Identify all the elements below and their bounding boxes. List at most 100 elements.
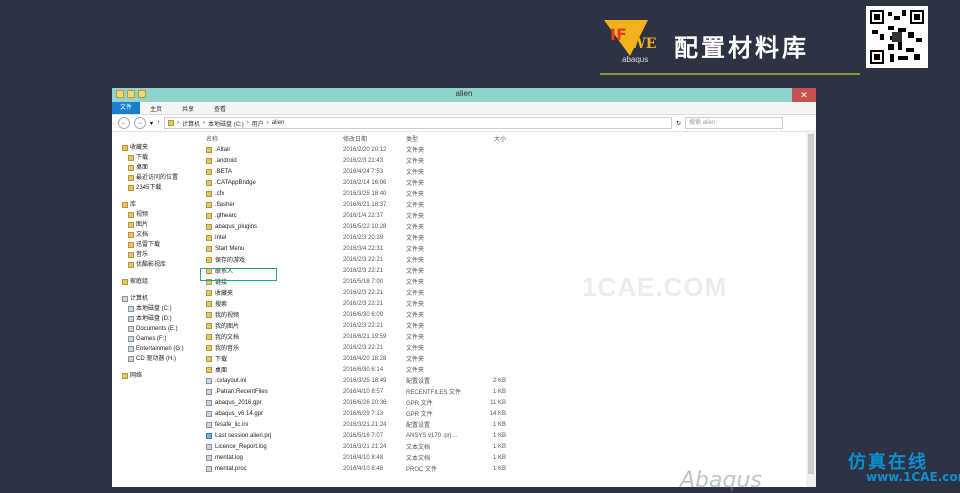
table-row[interactable]: abaqus_2016.gpr 2016/6/26 20:36 GPR 文件 11 K… <box>202 397 816 408</box>
refresh-icon[interactable]: ↻ <box>676 120 681 127</box>
column-name-header[interactable]: 名称 <box>202 134 343 143</box>
folder-icon <box>206 322 212 329</box>
address-bar[interactable]: › 计算机 › 本地磁盘 (C:) › 用户 › alien <box>164 117 673 129</box>
table-row[interactable]: .Altair 2016/2/20 20:12 文件夹 <box>202 144 816 155</box>
file-type: 文件夹 <box>406 181 425 187</box>
ribbon-tab[interactable]: 主页 <box>140 104 172 113</box>
file-date: 2016/3/21 21:24 <box>343 421 387 428</box>
file-type: 文件夹 <box>406 170 425 176</box>
column-size-header[interactable]: 大小 <box>468 134 506 143</box>
up-icon[interactable]: ↑ <box>157 120 160 126</box>
file-icon <box>206 443 212 450</box>
nav-item[interactable]: 网络 <box>112 371 202 381</box>
table-row[interactable]: Start Menu 2016/3/4 22:31 文件夹 <box>202 243 816 254</box>
table-row[interactable]: .android 2016/2/3 21:43 文件夹 <box>202 155 816 166</box>
nav-item[interactable]: 桌面 <box>112 163 202 173</box>
table-row[interactable]: 我的文档 2016/6/21 19:59 文件夹 <box>202 331 816 342</box>
column-type-header[interactable]: 类型 <box>406 134 468 143</box>
nav-item[interactable]: 家庭组 <box>112 277 202 287</box>
table-row[interactable]: abaqus_plugins 2016/5/22 10:28 文件夹 <box>202 221 816 232</box>
scroll-thumb[interactable] <box>808 134 814 474</box>
nav-item[interactable]: 迅雷下载 <box>112 240 202 250</box>
file-date: 2016/2/14 16:06 <box>343 179 387 186</box>
vertical-scrollbar[interactable] <box>806 130 816 487</box>
nav-item[interactable]: 优酷影视库 <box>112 260 202 270</box>
nav-item[interactable]: 最近访问的位置 <box>112 173 202 183</box>
nav-item-label: 最近访问的位置 <box>136 175 179 181</box>
nav-item[interactable]: Documents (E:) <box>112 324 202 334</box>
ribbon-tab[interactable]: 查看 <box>204 104 236 113</box>
table-row[interactable]: .cxlayout.ini 2016/3/25 18:49 配置设置 2 KB <box>202 375 816 386</box>
table-row[interactable]: .cfx 2016/3/25 18:40 文件夹 <box>202 188 816 199</box>
table-row[interactable]: .CATAppBridge 2016/2/14 16:06 文件夹 <box>202 177 816 188</box>
table-row[interactable]: .gthearc 2016/1/4 22:37 文件夹 <box>202 210 816 221</box>
nav-item[interactable]: 下载 <box>112 153 202 163</box>
table-row[interactable]: 我的图片 2016/2/3 22:21 文件夹 <box>202 320 816 331</box>
star-icon <box>122 279 128 285</box>
breadcrumb-item[interactable]: 计算机 <box>182 119 200 128</box>
table-row[interactable]: abaqus_v6.14.gpr 2016/6/29 7:13 GPR 文件 14 K… <box>202 408 816 419</box>
table-row[interactable]: 我的音乐 2016/2/3 22:21 文件夹 <box>202 342 816 353</box>
star-icon <box>122 373 128 379</box>
ribbon-tab[interactable]: 共享 <box>172 104 204 113</box>
breadcrumb-item[interactable]: 本地磁盘 (C:) <box>208 119 244 128</box>
file-name: .CATAppBridge <box>215 179 256 186</box>
table-row[interactable]: Licence_Report.log 2016/3/21 21:24 文本文档 1 K… <box>202 441 816 452</box>
file-type: 配置设置 <box>406 379 431 385</box>
nav-item[interactable]: 文档 <box>112 230 202 240</box>
nav-favorites: 收藏夹 下载 桌面最近访问的位置 2345下载 <box>112 143 202 193</box>
nav-item[interactable]: 视频 <box>112 210 202 220</box>
table-row[interactable]: .Patran.RecentFiles 2016/4/10 8:57 RECENTF… <box>202 386 816 397</box>
nav-item[interactable]: 2345下载 <box>112 183 202 193</box>
nav-item[interactable]: 图片 <box>112 220 202 230</box>
nav-item[interactable]: CD 驱动器 (H:) <box>112 354 202 364</box>
table-row[interactable]: 下载 2016/4/20 18:28 文件夹 <box>202 353 816 364</box>
nav-item-label: 迅雷下载 <box>136 242 161 248</box>
table-row[interactable]: Intel 2016/2/3 20:39 文件夹 <box>202 232 816 243</box>
file-size: 1 KB <box>492 454 506 461</box>
search-input[interactable]: 搜索 alien <box>685 117 784 129</box>
brand-subtitle: abaqus <box>622 55 649 64</box>
file-type: PROC 文件 <box>406 467 438 473</box>
ribbon-tab[interactable]: 文件 <box>112 102 141 114</box>
file-date: 2016/2/3 22:21 <box>343 344 384 351</box>
table-row[interactable]: Last session alien.prj 2016/5/16 7:07 ANSY… <box>202 430 816 441</box>
folder-icon <box>206 146 212 153</box>
close-button[interactable]: ✕ <box>792 88 816 102</box>
nav-item[interactable]: 收藏夹 <box>112 143 202 153</box>
nav-item[interactable]: 计算机 <box>112 294 202 304</box>
file-type: 文件夹 <box>406 324 425 330</box>
table-row[interactable]: .BETA 2016/4/24 7:53 文件夹 <box>202 166 816 177</box>
nav-item[interactable]: 音乐 <box>112 250 202 260</box>
nav-item[interactable]: 本地磁盘 (C:) <box>112 304 202 314</box>
file-name: mentat.proc <box>215 465 247 472</box>
svg-text:IF: IF <box>610 25 627 44</box>
table-row[interactable]: mentat.log 2016/4/10 8:48 文本文档 1 KB <box>202 452 816 463</box>
folder-icon <box>206 245 212 252</box>
table-row[interactable]: 我的视频 2016/6/30 6:09 文件夹 <box>202 309 816 320</box>
history-dropdown-icon[interactable]: ▾ <box>150 120 153 127</box>
breadcrumb-item[interactable]: 用户 <box>252 119 264 128</box>
folder-icon <box>206 201 212 208</box>
table-row[interactable]: 保存的游戏 2016/2/3 22:21 文件夹 <box>202 254 816 265</box>
file-type: 文件夹 <box>406 368 425 374</box>
nav-item[interactable]: 本地磁盘 (D:) <box>112 314 202 324</box>
forward-icon[interactable]: → <box>134 117 146 129</box>
file-date: 2016/2/3 22:21 <box>343 256 384 263</box>
nav-item[interactable]: Entertainmen (G:) <box>112 344 202 354</box>
chevron-right-icon: › <box>266 120 269 126</box>
file-type: RECENTFILES 文件 <box>406 390 462 396</box>
nav-item[interactable]: 库 <box>112 200 202 210</box>
back-icon[interactable]: ← <box>118 117 130 129</box>
file-type: 文件夹 <box>406 148 425 154</box>
table-row[interactable]: 桌面 2016/6/30 6:14 文件夹 <box>202 364 816 375</box>
table-row[interactable]: fesafe_lic.ini 2016/3/21 21:24 配置设置 1 KB <box>202 419 816 430</box>
window-title: alien <box>455 89 473 98</box>
nav-item[interactable]: Games (F:) <box>112 334 202 344</box>
table-row[interactable]: .flasher 2016/6/21 18:37 文件夹 <box>202 199 816 210</box>
breadcrumb-item[interactable]: alien <box>272 120 285 126</box>
column-date-header[interactable]: 修改日期 <box>343 134 406 143</box>
file-name: .cxlayout.ini <box>215 377 247 384</box>
file-icon <box>206 399 212 406</box>
file-type: 文本文档 <box>406 445 431 451</box>
